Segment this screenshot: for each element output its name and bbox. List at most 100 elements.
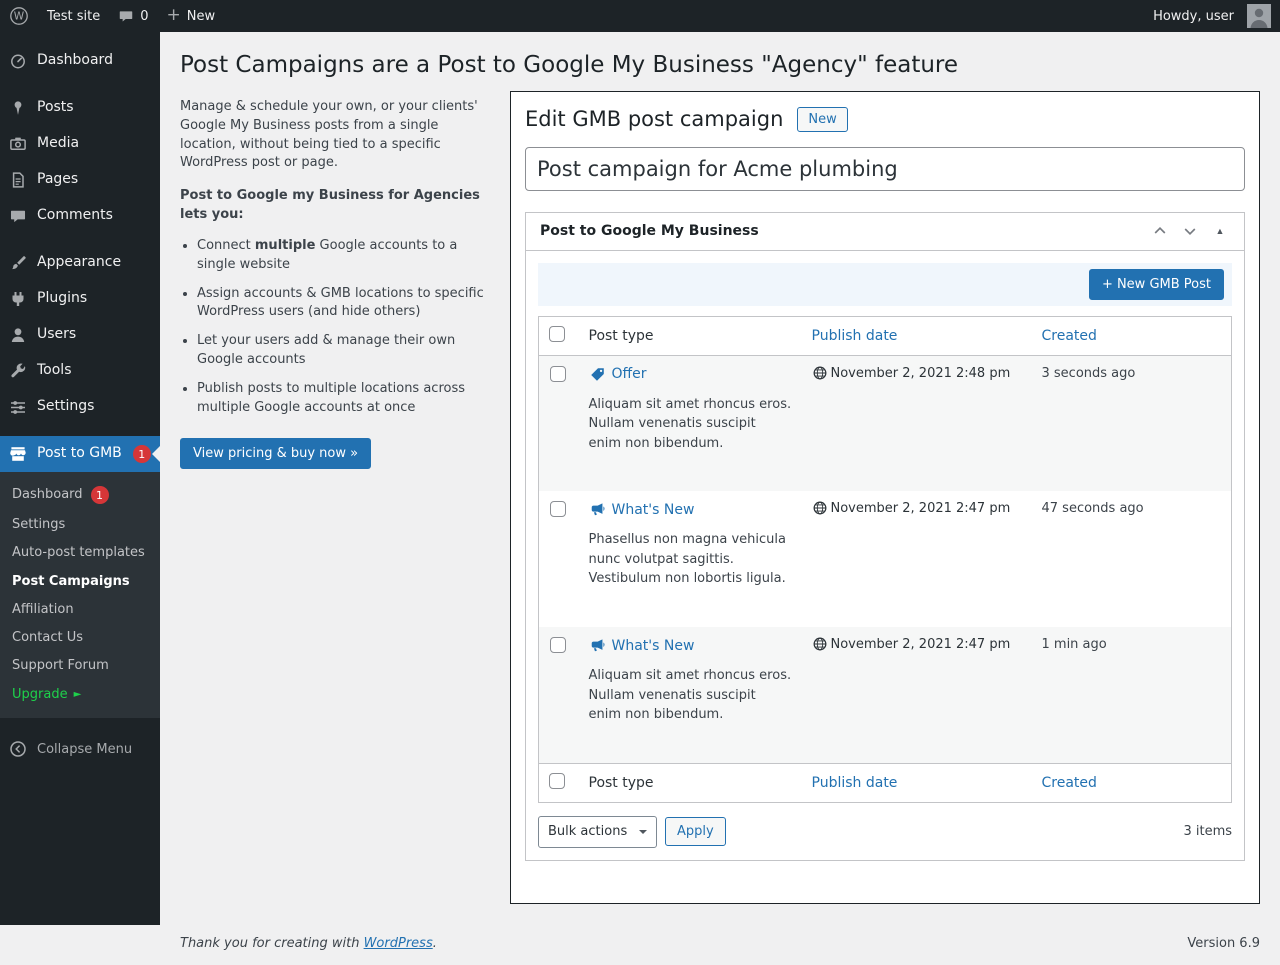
sidebar-item-label: Tools [37, 362, 72, 380]
promo-bullet: Connect multiple Google accounts to a si… [197, 237, 496, 275]
sidebar-item-media[interactable]: Media [0, 126, 160, 162]
new-campaign-button[interactable]: New [797, 107, 847, 132]
apply-button[interactable]: Apply [665, 817, 726, 846]
row-checkbox[interactable] [550, 366, 566, 382]
submenu-item-dashboard[interactable]: Dashboard 1 [0, 479, 160, 511]
post-excerpt: Aliquam sit amet rhoncus eros. Nullam ve… [589, 666, 792, 725]
triangle-up-icon: ▲ [1216, 226, 1225, 236]
submenu-item-label: Affiliation [12, 603, 74, 617]
created-value: 1 min ago [1032, 627, 1232, 763]
sidebar-item-label: Comments [37, 207, 113, 225]
promo-heading: Post to Google my Business for Agencies … [180, 187, 496, 225]
select-all-checkbox[interactable] [549, 326, 565, 342]
admin-footer: Thank you for creating with WordPress. V… [180, 936, 1260, 965]
campaign-title-input[interactable] [525, 147, 1245, 191]
submenu-item-post-campaigns[interactable]: Post Campaigns [0, 568, 160, 596]
sidebar-item-users[interactable]: Users [0, 317, 160, 353]
sidebar-item-pages[interactable]: Pages [0, 162, 160, 198]
sidebar-item-post-to-gmb[interactable]: Post to GMB 1 [0, 436, 160, 472]
submenu-item-contact-us[interactable]: Contact Us [0, 624, 160, 652]
footer-thanks: Thank you for creating with WordPress. [180, 936, 437, 951]
table-header-row: Post type Publish date Created [539, 316, 1232, 355]
table-footer-row: Post type Publish date Created [539, 763, 1232, 802]
comments-icon [8, 206, 28, 226]
row-checkbox[interactable] [550, 637, 566, 653]
table-row: What's New Aliquam sit amet rhoncus eros… [539, 627, 1232, 763]
collapse-menu-label: Collapse Menu [37, 742, 132, 757]
move-down-button[interactable] [1176, 217, 1204, 245]
paintbrush-icon [8, 253, 28, 273]
promo-bullet: Let your users add & manage their own Go… [197, 332, 496, 370]
gmb-toolbar: + New GMB Post [538, 263, 1232, 306]
row-checkbox[interactable] [550, 501, 566, 517]
my-account-link[interactable]: Howdy, user [1144, 0, 1280, 32]
svg-text:W: W [14, 11, 25, 23]
collapse-menu-button[interactable]: Collapse Menu [0, 730, 160, 768]
camera-icon [8, 134, 28, 154]
wordpress-logo-icon: W [9, 6, 29, 26]
select-all-checkbox[interactable] [549, 773, 565, 789]
submenu-item-auto-post-templates[interactable]: Auto-post templates [0, 539, 160, 567]
post-type-label: Offer [612, 366, 647, 382]
sidebar-item-comments[interactable]: Comments [0, 198, 160, 234]
submenu-item-affiliation[interactable]: Affiliation [0, 596, 160, 624]
wrench-icon [8, 361, 28, 381]
sidebar-item-tools[interactable]: Tools [0, 353, 160, 389]
view-pricing-button[interactable]: View pricing & buy now » [180, 438, 371, 469]
items-count: 3 items [1183, 824, 1232, 839]
comments-admin-bar-link[interactable]: 0 [109, 0, 157, 32]
promo-bullet: Publish posts to multiple locations acro… [197, 380, 496, 418]
new-content-link[interactable]: + New [158, 0, 225, 32]
site-name-link[interactable]: Test site [38, 0, 109, 32]
column-publish-date[interactable]: Publish date [802, 763, 1032, 802]
sidebar-item-label: Plugins [37, 290, 87, 308]
admin-sidebar: Dashboard Posts Media Pages Comments [0, 32, 160, 925]
move-up-button[interactable] [1146, 217, 1174, 245]
toggle-panel-button[interactable]: ▲ [1206, 217, 1234, 245]
submenu-dashboard-badge: 1 [91, 486, 109, 504]
column-created[interactable]: Created [1032, 316, 1232, 355]
bulk-actions-select-wrap: Bulk actions [538, 816, 657, 848]
post-type-label: What's New [612, 502, 695, 518]
post-type-link[interactable]: What's New [589, 501, 695, 518]
sidebar-item-label: Pages [37, 171, 78, 189]
publish-date-value: November 2, 2021 2:48 pm [831, 366, 1011, 381]
submenu-item-settings[interactable]: Settings [0, 511, 160, 539]
pin-icon [8, 98, 28, 118]
main-content: Post Campaigns are a Post to Google My B… [160, 32, 1280, 925]
sidebar-item-label: Posts [37, 99, 74, 117]
sidebar-item-settings[interactable]: Settings [0, 389, 160, 425]
wordpress-link[interactable]: WordPress [364, 936, 433, 951]
edit-campaign-panel: Edit GMB post campaign New Post to Googl… [510, 91, 1260, 904]
post-type-link[interactable]: Offer [589, 366, 647, 383]
bulk-actions-select[interactable]: Bulk actions [538, 816, 657, 848]
dashboard-icon [8, 51, 28, 71]
sidebar-item-posts[interactable]: Posts [0, 90, 160, 126]
column-publish-date[interactable]: Publish date [802, 316, 1032, 355]
wp-logo-menu[interactable]: W [0, 0, 38, 32]
user-icon [8, 325, 28, 345]
table-nav: Bulk actions Apply 3 items [538, 816, 1232, 848]
gmb-posts-table: Post type Publish date Created [538, 316, 1232, 803]
submenu-item-upgrade[interactable]: Upgrade ► [0, 681, 160, 709]
sliders-icon [8, 397, 28, 417]
gmb-metabox: Post to Google My Business ▲ [525, 212, 1245, 861]
table-row: What's New Phasellus non magna vehicula … [539, 491, 1232, 627]
sidebar-item-appearance[interactable]: Appearance [0, 245, 160, 281]
created-value: 3 seconds ago [1032, 355, 1232, 491]
submenu-item-label: Support Forum [12, 659, 109, 673]
sidebar-item-plugins[interactable]: Plugins [0, 281, 160, 317]
edit-campaign-heading: Edit GMB post campaign [525, 107, 783, 131]
gmb-submenu: Dashboard 1 Settings Auto-post templates… [0, 472, 160, 718]
post-type-link[interactable]: What's New [589, 637, 695, 654]
table-row: Offer Aliquam sit amet rhoncus eros. Nul… [539, 355, 1232, 491]
new-gmb-post-button[interactable]: + New GMB Post [1089, 269, 1224, 300]
submenu-item-support-forum[interactable]: Support Forum [0, 652, 160, 680]
publish-date-value: November 2, 2021 2:47 pm [831, 637, 1011, 652]
howdy-label: Howdy, user [1153, 9, 1234, 24]
sidebar-item-dashboard[interactable]: Dashboard [0, 43, 160, 79]
promo-column: Manage & schedule your own, or your clie… [180, 91, 502, 469]
tag-icon [589, 366, 606, 383]
column-created[interactable]: Created [1032, 763, 1232, 802]
sidebar-item-label: Post to GMB [37, 445, 122, 463]
